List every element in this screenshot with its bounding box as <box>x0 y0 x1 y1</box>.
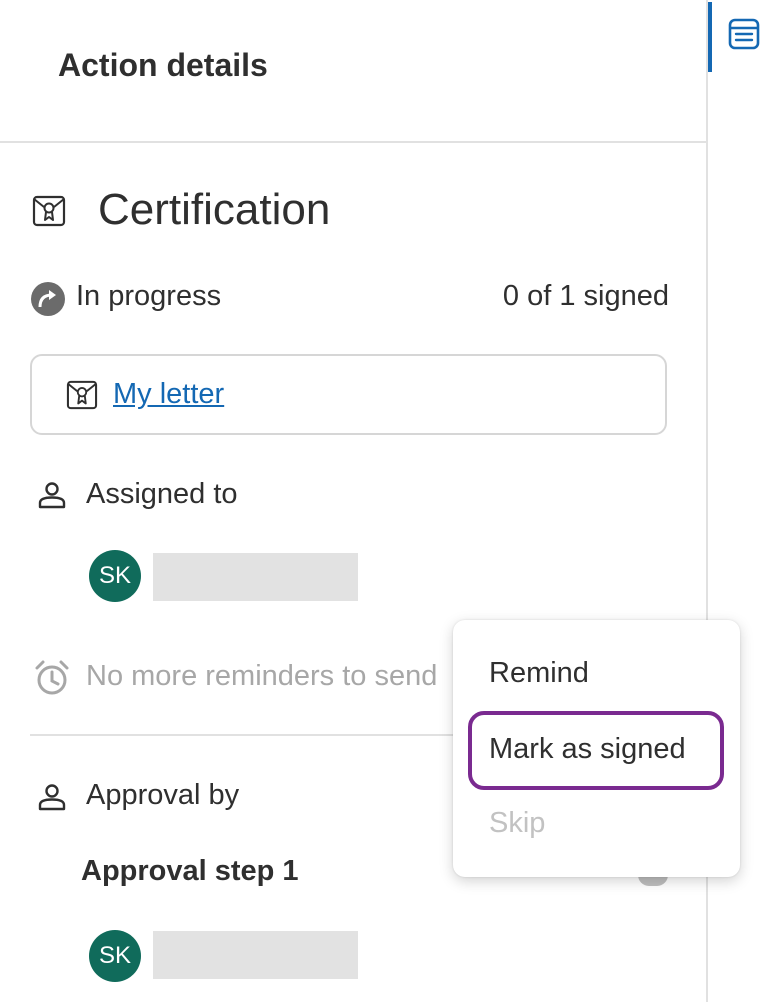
details-rail-button[interactable] <box>722 14 766 58</box>
panel-header: Action details <box>0 0 706 143</box>
in-progress-arrow-icon <box>30 281 66 322</box>
rail-active-indicator <box>708 2 712 72</box>
avatar: SK <box>89 930 141 982</box>
action-menu: Remind Mark as signed Skip <box>453 620 740 877</box>
document-card: My letter <box>30 354 667 435</box>
section-divider <box>30 734 460 736</box>
user-icon <box>38 481 66 514</box>
status-text: In progress <box>76 280 222 312</box>
menu-item-skip[interactable]: Skip <box>489 807 545 840</box>
assigned-to-label: Assigned to <box>86 478 238 510</box>
approver-name-redacted <box>153 931 358 979</box>
menu-item-remind[interactable]: Remind <box>489 657 589 690</box>
details-list-icon <box>728 18 760 55</box>
page-title: Action details <box>58 47 268 83</box>
approval-step-title: Approval step 1 <box>81 855 299 887</box>
menu-item-mark-as-signed[interactable]: Mark as signed <box>489 733 686 766</box>
alarm-clock-icon <box>33 659 71 702</box>
avatar: SK <box>89 550 141 602</box>
action-title: Certification <box>98 185 331 234</box>
signed-count: 0 of 1 signed <box>502 280 669 312</box>
certificate-icon <box>66 380 98 415</box>
document-link[interactable]: My letter <box>113 378 224 411</box>
certificate-icon <box>32 195 66 232</box>
assignee-name-redacted <box>153 553 358 601</box>
reminder-status-text: No more reminders to send <box>86 660 438 692</box>
user-icon <box>38 783 66 816</box>
approval-by-label: Approval by <box>86 779 240 811</box>
